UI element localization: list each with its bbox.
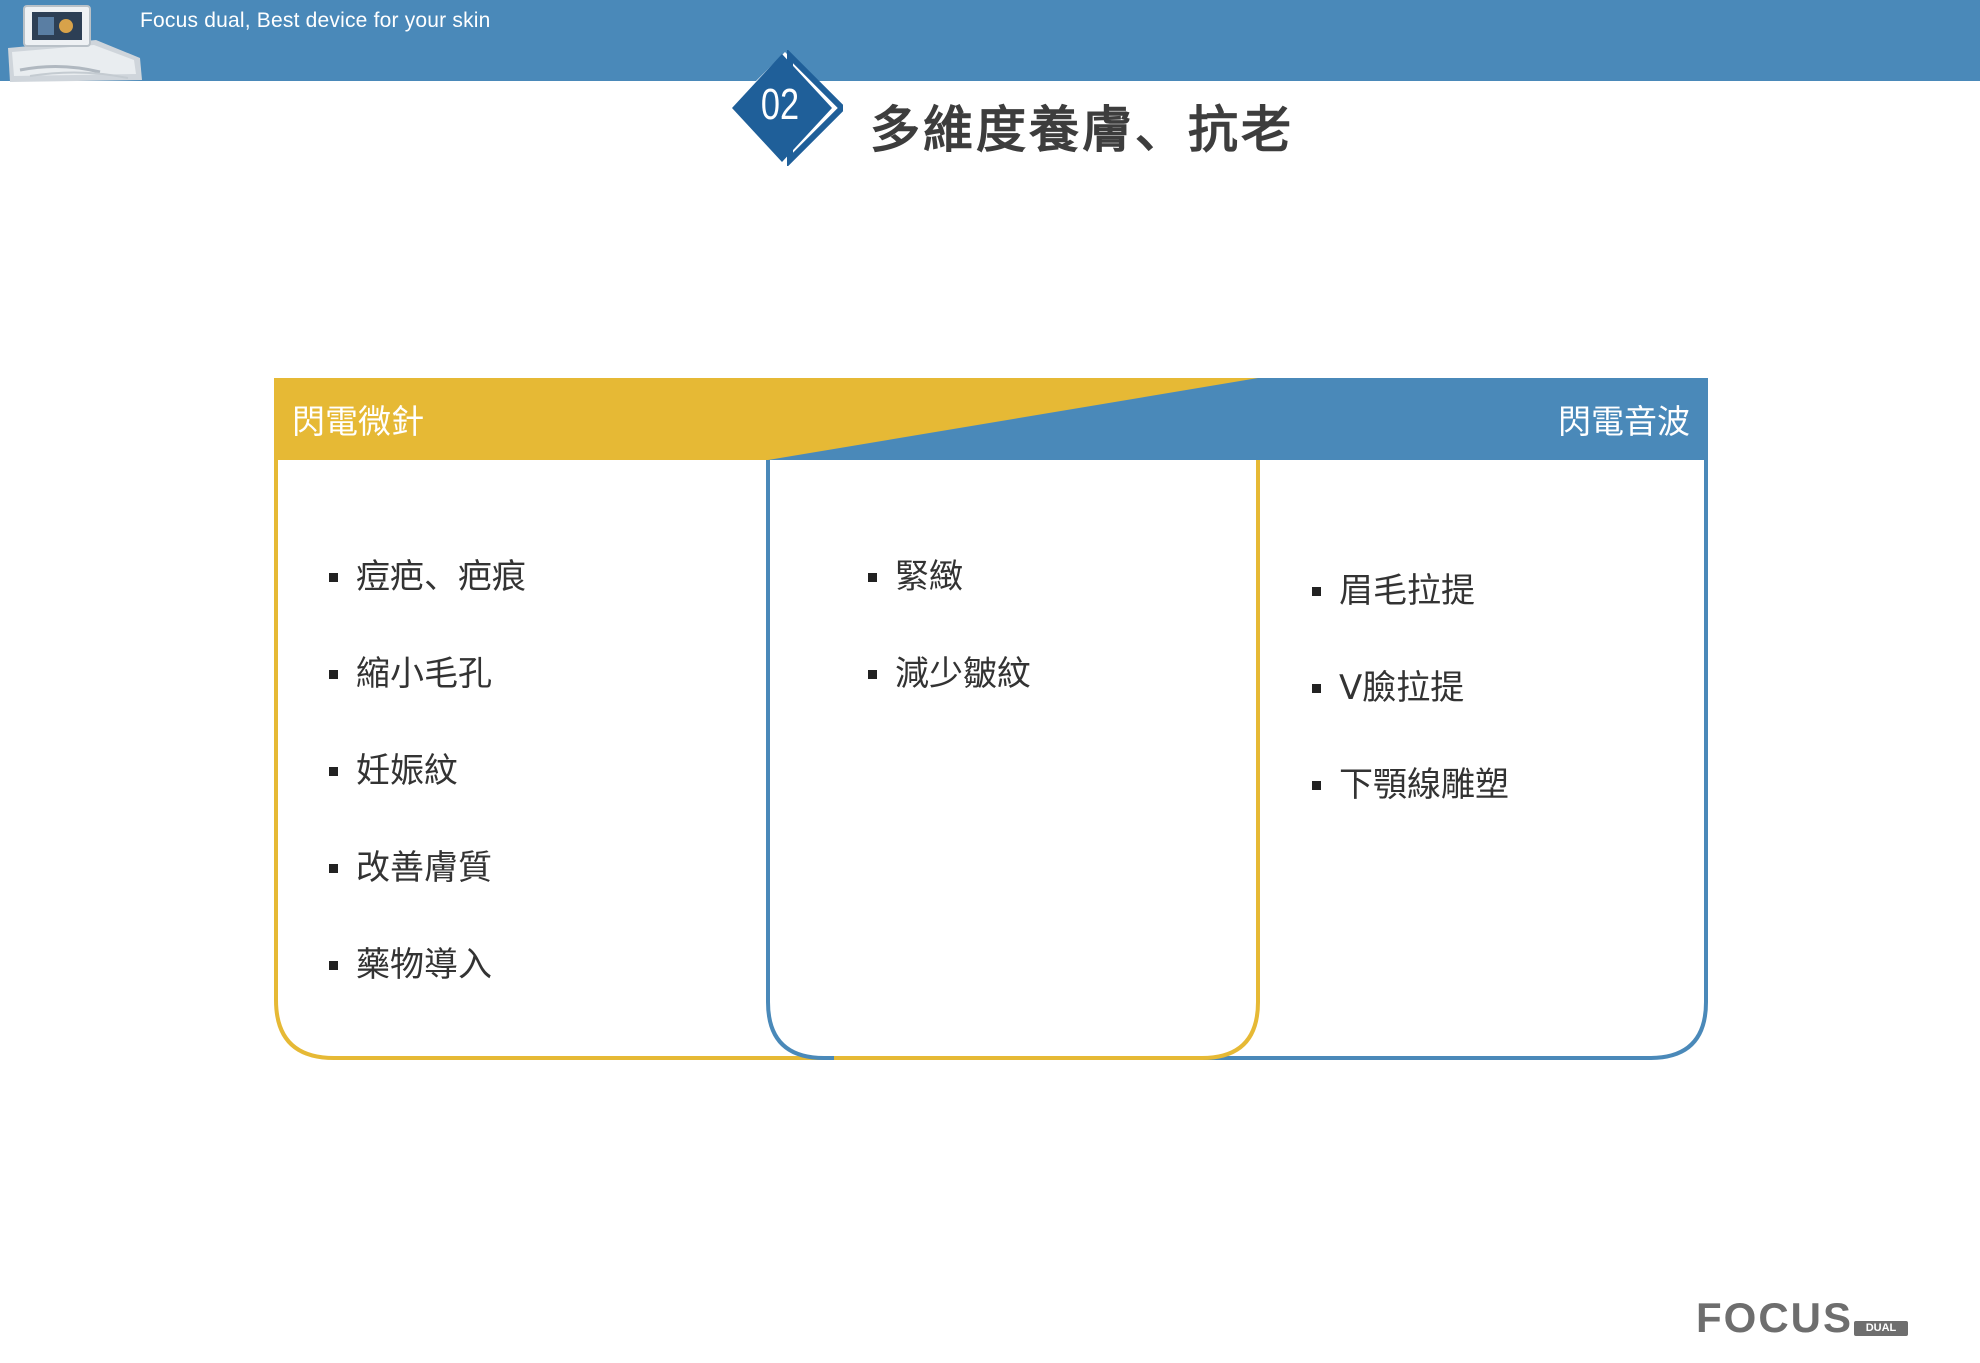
section-number: 02 [760,80,800,129]
header-tagline: Focus dual, Best device for your skin [140,9,491,32]
list-item: 縮小毛孔 [329,657,526,691]
list-item: 藥物導入 [329,948,526,982]
list-item: 改善膚質 [329,851,526,885]
list-item: V臉拉提 [1312,671,1509,705]
list-item: 眉毛拉提 [1312,574,1509,608]
logo-sub: DUAL [1854,1321,1908,1336]
list-item: 痘疤、疤痕 [329,560,526,594]
section-title: 多維度養膚、抗老 [870,101,1294,159]
focus-dual-logo: FOCUS DUAL [1696,1297,1910,1341]
microneedle-benefits-list: 痘疤、疤痕 縮小毛孔 妊娠紋 改善膚質 藥物導入 [329,560,526,1045]
ultrasound-benefits-list: 眉毛拉提 V臉拉提 下顎線雕塑 [1312,574,1509,865]
list-item: 減少皺紋 [868,657,1031,691]
label-flash-ultrasound: 閃電音波 [1558,402,1690,441]
blue-outline-middle [766,460,1234,1060]
list-item: 下顎線雕塑 [1312,768,1509,802]
yellow-outline-middle [834,460,1260,1060]
label-flash-microneedle: 閃電微針 [292,402,424,441]
shared-benefits-list: 緊緻 減少皺紋 [868,560,1031,754]
logo-text: FOCUS [1696,1294,1853,1341]
device-thumbnail-image [8,5,142,82]
list-item: 妊娠紋 [329,754,526,788]
list-item: 緊緻 [868,560,1031,594]
